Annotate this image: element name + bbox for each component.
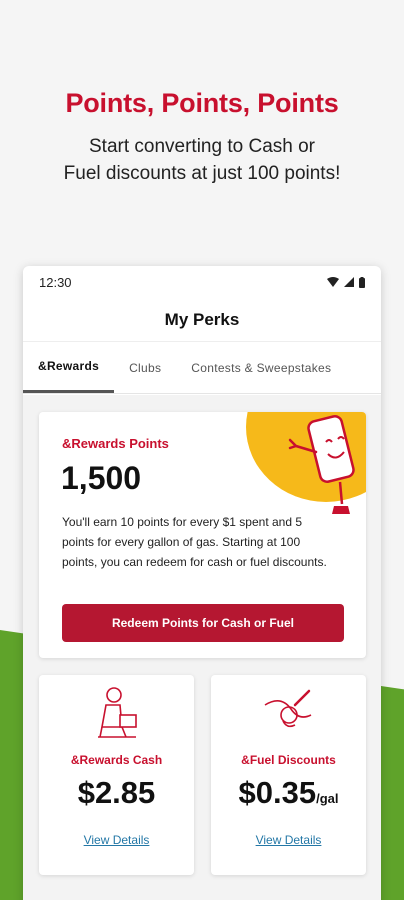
- fuel-discounts-card: &Fuel Discounts $0.35/gal View Details: [211, 675, 366, 875]
- status-time: 12:30: [39, 274, 72, 290]
- rewards-cash-value: $2.85: [77, 775, 156, 810]
- wifi-icon: [327, 277, 339, 287]
- fuel-discounts-view-details-link[interactable]: View Details: [211, 833, 366, 847]
- tab-clubs[interactable]: Clubs: [114, 342, 176, 393]
- hero-title: Points, Points, Points: [65, 88, 339, 118]
- fuel-discounts-unit: /gal: [316, 791, 339, 806]
- fuel-nozzle-icon: [264, 689, 311, 728]
- perks-content: &Rewards Points 1,500 You'll earn 10 poi…: [23, 395, 381, 900]
- fuel-discounts-value: $0.35: [238, 775, 317, 810]
- hero-subtitle-line1: Start converting to Cash or: [89, 136, 315, 157]
- hero-section: Points, Points, Points Start converting …: [0, 88, 404, 187]
- tab-bar: &Rewards Clubs Contests & Sweepstakes: [23, 342, 381, 394]
- status-bar: 12:30: [23, 266, 381, 298]
- page-title: My Perks: [23, 298, 381, 342]
- fuel-discounts-label: &Fuel Discounts: [241, 753, 336, 767]
- rewards-points-label: &Rewards Points: [62, 436, 169, 451]
- rewards-points-description: You'll earn 10 points for every $1 spent…: [62, 515, 327, 569]
- tab-contests-sweepstakes[interactable]: Contests & Sweepstakes: [176, 342, 346, 393]
- phone-mascot-icon: [288, 415, 355, 514]
- hero-subtitle-line2: Fuel discounts at just 100 points!: [63, 163, 341, 184]
- hero-subtitle: Start converting to Cash or Fuel discoun…: [0, 133, 404, 187]
- phone-frame: 12:30 My Perks &Rewards Clubs Contests &…: [23, 266, 381, 900]
- person-with-cash-icon: [97, 687, 137, 738]
- tab-rewards[interactable]: &Rewards: [23, 342, 115, 393]
- redeem-points-button[interactable]: Redeem Points for Cash or Fuel: [62, 604, 344, 642]
- rewards-cash-card: &Rewards Cash $2.85 View Details: [39, 675, 194, 875]
- rewards-points-card: &Rewards Points 1,500 You'll earn 10 poi…: [39, 412, 366, 658]
- fuel-discounts-value-wrap: $0.35/gal: [211, 775, 366, 811]
- battery-icon: [359, 276, 365, 288]
- rewards-points-value: 1,500: [61, 460, 142, 496]
- status-icons: [327, 276, 365, 288]
- rewards-cash-view-details-link[interactable]: View Details: [39, 833, 194, 847]
- signal-icon: [344, 277, 354, 287]
- rewards-cash-label: &Rewards Cash: [70, 753, 163, 767]
